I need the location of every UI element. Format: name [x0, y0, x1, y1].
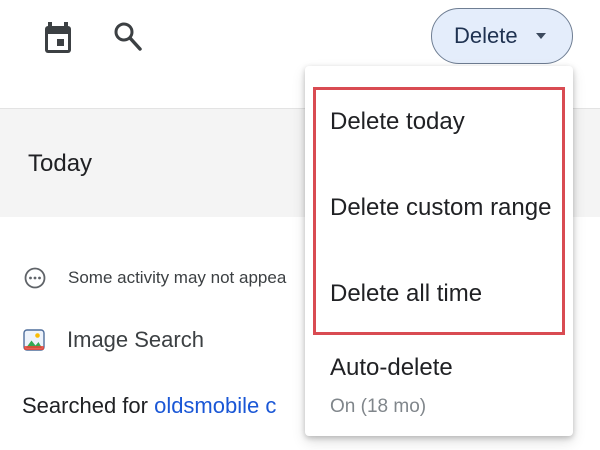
image-search-label: Image Search: [67, 327, 204, 352]
menu-item-delete-custom-range[interactable]: Delete custom range: [330, 194, 551, 222]
calendar-icon: [45, 22, 71, 53]
menu-item-delete-all-time[interactable]: Delete all time: [330, 280, 482, 308]
activity-notice: Some activity may not appea: [24, 264, 286, 292]
searched-for-entry: Searched for oldsmobile c: [22, 393, 276, 419]
image-icon: [23, 329, 45, 351]
section-title: Today: [28, 150, 93, 177]
delete-dropdown-button[interactable]: Delete: [431, 8, 573, 64]
activity-notice-text: Some activity may not appea: [68, 268, 287, 287]
delete-menu: Delete today Delete custom range Delete …: [305, 66, 573, 436]
delete-button-label: Delete: [454, 23, 518, 48]
more-horizontal-circle-icon: [24, 267, 46, 289]
search-button[interactable]: [110, 18, 146, 54]
caret-down-icon: [536, 33, 546, 39]
menu-item-delete-today[interactable]: Delete today: [330, 108, 465, 136]
calendar-button[interactable]: [40, 20, 76, 56]
menu-item-auto-delete[interactable]: Auto-delete: [330, 354, 453, 382]
image-search-item[interactable]: Image Search: [22, 324, 204, 356]
searched-prefix: Searched for: [22, 393, 155, 418]
auto-delete-status: On (18 mo): [330, 396, 427, 417]
search-query-link[interactable]: oldsmobile c: [154, 393, 276, 418]
search-icon: [114, 22, 142, 51]
